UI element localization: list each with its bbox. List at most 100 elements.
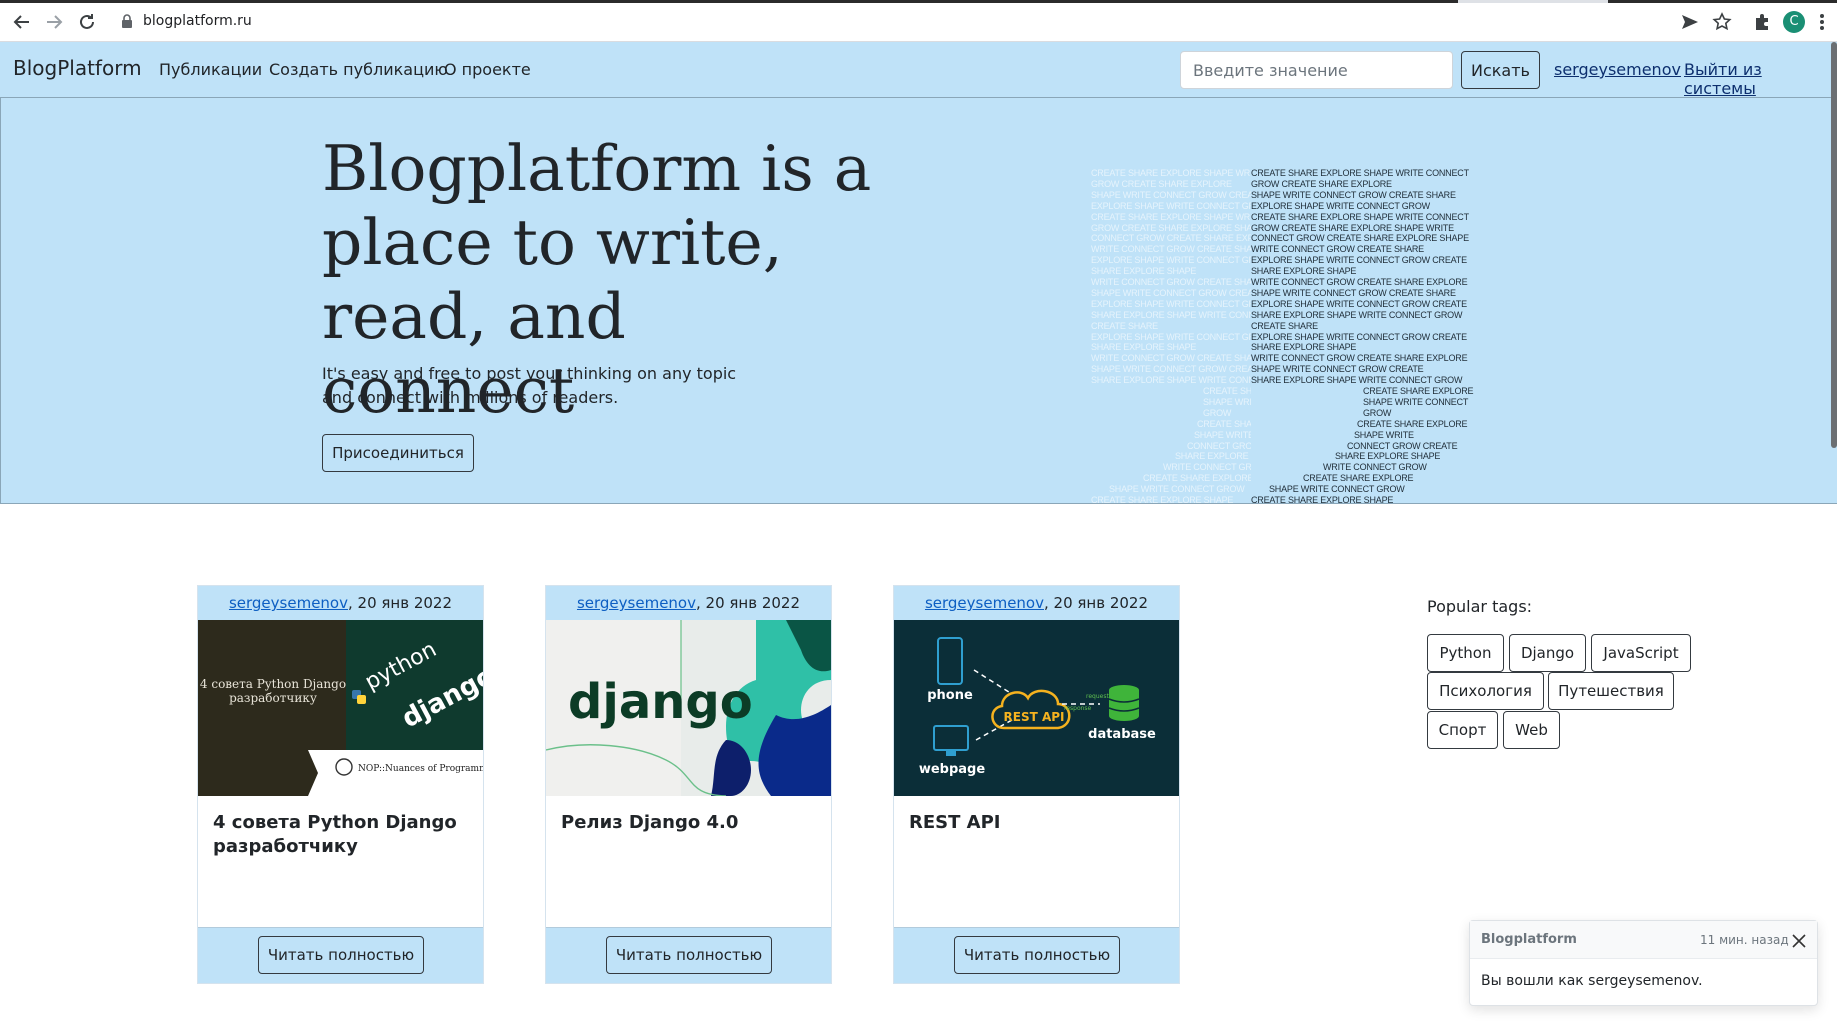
post-date: , 20 янв 2022 [696, 594, 801, 612]
toast-message: Вы вошли как sergeysemenov. [1481, 973, 1703, 989]
read-more-button[interactable]: Читать полностью [606, 936, 772, 974]
nav-link-create-publication[interactable]: Создать публикацию [269, 60, 448, 79]
image-phone-label: phone [927, 688, 973, 703]
word-art-line-faint: EXPLORE SHAPE WRITE CONNECT GROW CREATE [1091, 255, 1251, 266]
word-art-line-faint: GROW CREATE SHARE EXPLORE [1091, 178, 1232, 189]
word-art-line-faint: CREATE SHARE [1091, 320, 1158, 331]
tag-psychology[interactable]: Психология [1427, 672, 1544, 710]
word-art-line: WRITE CONNECT GROW CREATE SHARE EXPLORE [1251, 353, 1468, 364]
forward-icon[interactable] [42, 10, 66, 34]
post-title[interactable]: 4 совета Python Django разработчику [213, 811, 468, 859]
page-scrollbar[interactable] [1831, 42, 1837, 448]
word-art-line-faint: CREATE SHARE EXPLORE SHAPE WRITE CONNECT [1091, 168, 1251, 178]
word-art-line-faint: SHAPE WRITE [1194, 429, 1251, 440]
hero-subtitle: It's easy and free to post your thinking… [322, 364, 737, 407]
word-art-line-faint: CONNECT GROW CREATE [1187, 440, 1251, 451]
word-art-line: CREATE SHARE EXPLORE [1363, 386, 1474, 396]
send-icon[interactable] [1678, 10, 1702, 34]
word-art-line: GROW CREATE SHARE EXPLORE SHAPE WRITE [1251, 222, 1454, 233]
menu-dots-icon[interactable] [1814, 10, 1830, 34]
word-art-line: EXPLORE SHAPE WRITE CONNECT GROW CREATE [1251, 255, 1467, 266]
image-caption-line2: разработчику [229, 691, 317, 705]
word-art-line: SHARE EXPLORE SHAPE WRITE CONNECT GROW [1251, 375, 1463, 386]
word-art-line: CONNECT GROW CREATE [1347, 440, 1458, 451]
word-art-line: CREATE SHARE EXPLORE SHAPE [1251, 495, 1394, 504]
tab-strip-gap [1458, 0, 1608, 3]
search-input[interactable] [1180, 51, 1453, 89]
address-bar-url[interactable]: blogplatform.ru [143, 11, 252, 31]
reload-icon[interactable] [75, 10, 99, 34]
word-art-line: SHARE EXPLORE SHAPE WRITE CONNECT GROW [1251, 309, 1463, 320]
tag-sport[interactable]: Спорт [1427, 711, 1498, 749]
image-rest-api-label: REST API [1004, 710, 1065, 724]
word-art-line-faint: WRITE CONNECT GROW CREATE SHARE [1091, 244, 1251, 255]
site-brand[interactable]: BlogPlatform [13, 56, 142, 80]
tag-python[interactable]: Python [1427, 634, 1504, 672]
word-art-line: SHAPE WRITE CONNECT GROW [1269, 484, 1405, 495]
logout-link[interactable]: Выйти из системы [1684, 60, 1837, 98]
card-header: sergeysemenov, 20 янв 2022 [546, 586, 831, 620]
image-request-label: request [1086, 693, 1109, 700]
post-image[interactable]: phone webpage REST API request response … [894, 620, 1179, 796]
login-toast: Blogplatform 11 мин. назад Вы вошли как … [1469, 920, 1818, 1006]
word-art-line: EXPLORE SHAPE WRITE CONNECT GROW [1251, 200, 1430, 211]
read-more-button[interactable]: Читать полностью [258, 936, 424, 974]
word-art-line-faint: CREATE SHARE EXPLORE SHAPE [1091, 495, 1234, 504]
browser-toolbar: blogplatform.ru C [0, 0, 1837, 42]
tag-travel[interactable]: Путешествия [1548, 672, 1674, 710]
author-link[interactable]: sergeysemenov [577, 594, 696, 612]
post-card: sergeysemenov, 20 янв 2022 django Релиз … [545, 585, 832, 984]
post-date: , 20 янв 2022 [1044, 594, 1149, 612]
word-art-line: GROW CREATE SHARE EXPLORE [1251, 178, 1392, 189]
author-link[interactable]: sergeysemenov [229, 594, 348, 612]
close-icon[interactable] [1792, 933, 1806, 948]
word-art-line: CONNECT GROW CREATE SHARE EXPLORE SHAPE [1251, 233, 1469, 244]
join-button[interactable]: Присоединиться [322, 434, 474, 472]
word-art-line-faint: SHAPE WRITE CONNECT GROW CREATE SHARE [1091, 287, 1251, 298]
word-art-line: SHAPE WRITE CONNECT [1363, 396, 1469, 407]
post-image[interactable]: 4 совета Python Django разработчику pyth… [198, 620, 483, 796]
image-response-label: response [1064, 705, 1092, 712]
hero-banner: Blogplatform is a place to write, read, … [0, 98, 1837, 504]
word-art-line-faint: GROW CREATE SHARE EXPLORE SHAPE WRITE [1091, 222, 1251, 233]
word-art-line-faint: SHAPE WRITE CONNECT [1203, 396, 1251, 407]
word-art-line-faint: SHARE EXPLORE SHAPE [1091, 266, 1197, 277]
word-art-line: CREATE SHARE [1251, 320, 1318, 331]
word-art-line-faint: EXPLORE SHAPE WRITE CONNECT GROW CREATE [1091, 331, 1251, 342]
word-art-line: WRITE CONNECT GROW CREATE SHARE [1251, 244, 1424, 255]
star-icon[interactable] [1710, 10, 1734, 34]
nav-link-publications[interactable]: Публикации [159, 60, 262, 79]
profile-avatar[interactable]: C [1783, 11, 1805, 33]
lock-icon[interactable] [121, 13, 133, 29]
author-link[interactable]: sergeysemenov [925, 594, 1044, 612]
word-art-line: SHAPE WRITE CONNECT GROW CREATE [1251, 364, 1424, 375]
image-webpage-label: webpage [919, 762, 986, 777]
back-icon[interactable] [10, 10, 34, 34]
tag-web[interactable]: Web [1503, 711, 1560, 749]
word-art-line: CREATE SHARE EXPLORE [1357, 418, 1468, 429]
word-art-line: SHAPE WRITE [1354, 429, 1414, 440]
card-footer: Читать полностью [198, 927, 483, 983]
word-art-line: SHARE EXPLORE SHAPE [1251, 342, 1357, 353]
post-title[interactable]: Релиз Django 4.0 [561, 811, 816, 835]
post-date: , 20 янв 2022 [348, 594, 453, 612]
word-art-line: EXPLORE SHAPE WRITE CONNECT GROW CREATE [1251, 298, 1467, 309]
word-art-line-faint: SHARE EXPLORE SHAPE [1091, 342, 1197, 353]
username-link[interactable]: sergeysemenov [1554, 60, 1681, 79]
word-art-line: CREATE SHARE EXPLORE SHAPE WRITE CONNECT [1251, 211, 1469, 222]
word-art-illustration: CREATE SHARE EXPLORE SHAPE WRITE CONNECT… [1091, 158, 1511, 504]
tag-javascript[interactable]: JavaScript [1591, 634, 1691, 672]
toast-title: Blogplatform [1481, 932, 1577, 947]
search-button[interactable]: Искать [1461, 51, 1540, 89]
post-image[interactable]: django [546, 620, 831, 796]
post-title[interactable]: REST API [909, 811, 1164, 835]
word-art-line-faint: SHAPE WRITE CONNECT GROW CREATE SHARE [1091, 189, 1251, 200]
word-art-line: CREATE SHARE EXPLORE [1303, 473, 1414, 484]
tag-django[interactable]: Django [1509, 634, 1586, 672]
word-art-line-faint: SHARE EXPLORE SHAPE WRITE CONNECT GROW [1091, 375, 1251, 386]
nav-link-about[interactable]: О проекте [444, 60, 531, 79]
word-art-line: SHARE EXPLORE SHAPE [1251, 266, 1357, 277]
read-more-button[interactable]: Читать полностью [954, 936, 1120, 974]
word-art-line: EXPLORE SHAPE WRITE CONNECT GROW CREATE [1251, 331, 1467, 342]
extensions-icon[interactable] [1750, 10, 1774, 34]
